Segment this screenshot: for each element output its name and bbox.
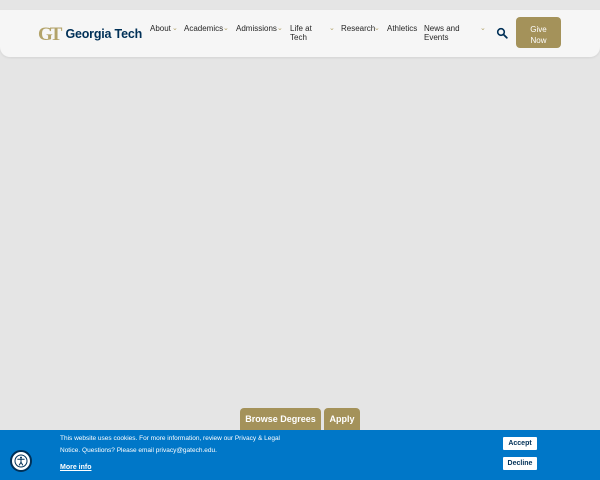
accessibility-button[interactable] <box>10 450 32 472</box>
chevron-down-icon[interactable]: ⌄ <box>172 25 178 32</box>
chevron-down-icon[interactable]: ⌄ <box>223 25 229 32</box>
search-icon[interactable] <box>496 27 508 39</box>
chevron-down-icon[interactable]: ⌄ <box>480 25 486 32</box>
nav-news-and-events[interactable]: News and Events <box>424 24 460 42</box>
nav-life-at-tech[interactable]: Life at Tech <box>290 24 312 42</box>
cookie-banner: This website uses cookies. For more info… <box>0 430 600 480</box>
cookie-message: This website uses cookies. For more info… <box>60 433 320 457</box>
accessibility-icon <box>14 454 28 468</box>
chevron-down-icon[interactable]: ⌄ <box>277 25 283 32</box>
cookie-message-line: This website uses cookies. For more info… <box>60 435 281 442</box>
decline-button[interactable]: Decline <box>503 457 537 470</box>
give-now-button[interactable]: Give Now <box>516 17 561 48</box>
site-header: GT Georgia Tech About ⌄ Academics ⌄ Admi… <box>0 10 600 57</box>
accept-button[interactable]: Accept <box>503 437 537 450</box>
browse-degrees-button[interactable]: Browse Degrees <box>240 408 321 430</box>
nav-academics[interactable]: Academics <box>184 24 223 33</box>
gt-monogram: GT <box>38 23 63 45</box>
nav-research[interactable]: Research <box>341 24 375 33</box>
nav-admissions[interactable]: Admissions <box>236 24 277 33</box>
chevron-down-icon[interactable]: ⌄ <box>374 25 380 32</box>
georgia-tech-logo[interactable]: GT Georgia Tech <box>38 24 142 44</box>
cookie-message-line: Notice. Questions? Please email privacy@… <box>60 447 217 454</box>
logo-wordmark: Georgia Tech <box>65 27 143 41</box>
nav-about[interactable]: About <box>150 24 171 33</box>
apply-button[interactable]: Apply <box>324 408 360 430</box>
chevron-down-icon[interactable]: ⌄ <box>329 25 335 32</box>
hero-area <box>0 57 600 408</box>
more-info-link[interactable]: More info <box>60 464 92 471</box>
nav-athletics[interactable]: Athletics <box>387 24 417 33</box>
